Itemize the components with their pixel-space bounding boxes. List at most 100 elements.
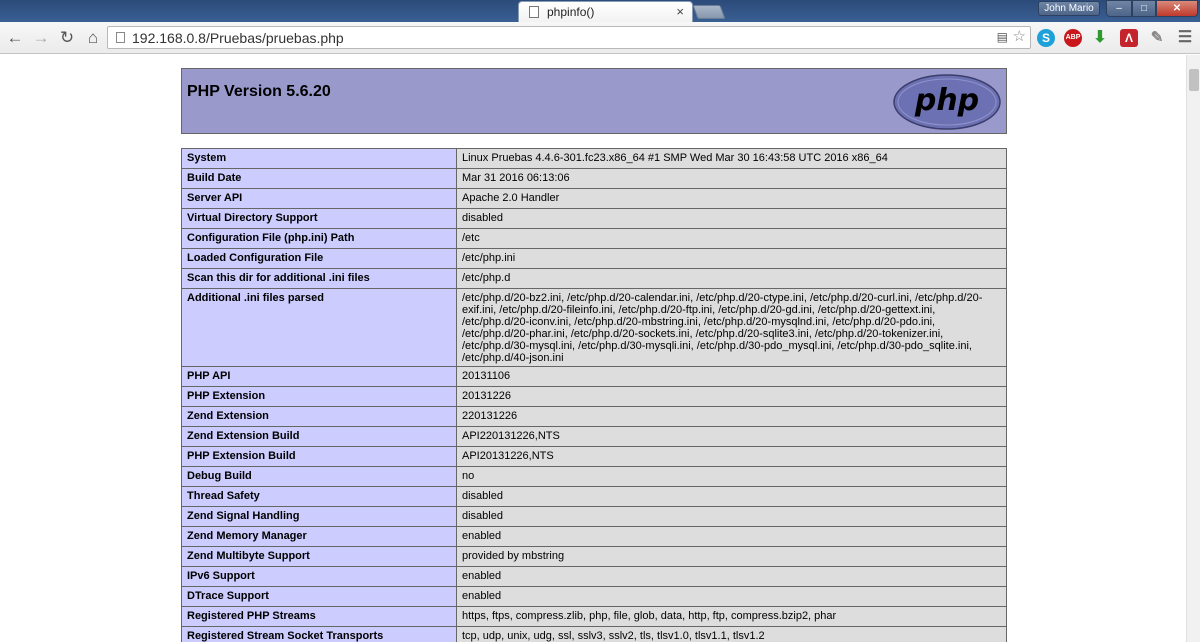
row-value: /etc/php.ini: [456, 248, 1007, 269]
row-key: Virtual Directory Support: [181, 208, 457, 229]
row-key: Registered PHP Streams: [181, 606, 457, 627]
row-value: provided by mbstring: [456, 546, 1007, 567]
table-row: Thread Safety disabled: [181, 486, 1007, 507]
row-value: 20131106: [456, 366, 1007, 387]
forward-arrow-icon[interactable]: →: [30, 27, 52, 49]
table-row: Build Date Mar 31 2016 06:13:06: [181, 168, 1007, 189]
table-row: Registered Stream Socket Transports tcp, …: [181, 626, 1007, 642]
row-key: PHP Extension Build: [181, 446, 457, 467]
row-value: enabled: [456, 566, 1007, 587]
table-row: Zend Extension Build API220131226,NTS: [181, 426, 1007, 447]
row-key: Zend Multibyte Support: [181, 546, 457, 567]
page-info-icon[interactable]: [116, 32, 125, 43]
row-key: Build Date: [181, 168, 457, 189]
home-icon[interactable]: ⌂: [82, 27, 104, 49]
vertical-scrollbar[interactable]: [1186, 55, 1200, 642]
row-value: Apache 2.0 Handler: [456, 188, 1007, 209]
row-key: Zend Extension Build: [181, 426, 457, 447]
table-row: Virtual Directory Support disabled: [181, 208, 1007, 229]
back-arrow-icon[interactable]: ←: [4, 27, 26, 49]
scrollbar-thumb[interactable]: [1189, 69, 1199, 91]
profile-button[interactable]: John Mario: [1038, 1, 1100, 16]
row-key: Additional .ini files parsed: [181, 288, 457, 367]
row-value: tcp, udp, unix, udg, ssl, sslv3, sslv2, …: [456, 626, 1007, 642]
browser-tab[interactable]: phpinfo() ×: [518, 1, 693, 22]
row-key: Loaded Configuration File: [181, 248, 457, 269]
table-row: Debug Build no: [181, 466, 1007, 487]
note-extension-icon[interactable]: ✎: [1148, 29, 1166, 47]
table-row: Configuration File (php.ini) Path/etc: [181, 228, 1007, 249]
table-row: Loaded Configuration File/etc/php.ini: [181, 248, 1007, 269]
page-title: PHP Version 5.6.20: [187, 83, 331, 100]
row-value: 20131226: [456, 386, 1007, 407]
table-row: Server API Apache 2.0 Handler: [181, 188, 1007, 209]
row-key: Debug Build: [181, 466, 457, 487]
row-value: Linux Pruebas 4.4.6-301.fc23.x86_64 #1 S…: [456, 148, 1007, 169]
row-value: API20131226,NTS: [456, 446, 1007, 467]
translate-icon[interactable]: ▤: [997, 30, 1008, 44]
tab-title: phpinfo(): [547, 5, 595, 19]
pdf-extension-icon[interactable]: Λ: [1120, 29, 1138, 47]
row-key: IPv6 Support: [181, 566, 457, 587]
table-row: PHP Extension Build API20131226,NTS: [181, 446, 1007, 467]
row-key: Thread Safety: [181, 486, 457, 507]
window-titlebar: phpinfo() × John Mario – □ ✕: [0, 0, 1200, 22]
row-key: Zend Memory Manager: [181, 526, 457, 547]
row-key: PHP API: [181, 366, 457, 387]
minimize-button[interactable]: –: [1106, 0, 1132, 17]
maximize-button[interactable]: □: [1132, 0, 1156, 17]
table-row: Zend Multibyte Support provided by mbstri…: [181, 546, 1007, 567]
row-key: DTrace Support: [181, 586, 457, 607]
row-key: Zend Signal Handling: [181, 506, 457, 527]
row-value: https, ftps, compress.zlib, php, file, g…: [456, 606, 1007, 627]
table-row: Zend Memory Manager enabled: [181, 526, 1007, 547]
bookmark-star-icon[interactable]: ☆: [1013, 27, 1026, 45]
table-row: Zend Signal Handling disabled: [181, 506, 1007, 527]
table-row: DTrace Support enabled: [181, 586, 1007, 607]
adblock-extension-icon[interactable]: ABP: [1064, 29, 1082, 47]
table-row: Scan this dir for additional .ini files /…: [181, 268, 1007, 289]
table-row: IPv6 Support enabled: [181, 566, 1007, 587]
info-table: System Linux Pruebas 4.4.6-301.fc23.x86_6…: [181, 148, 1007, 642]
new-tab-button[interactable]: [692, 5, 726, 19]
download-extension-icon[interactable]: ⬇: [1091, 29, 1109, 47]
row-value: enabled: [456, 526, 1007, 547]
php-logo-text: php: [914, 83, 979, 118]
row-key: Zend Extension: [181, 406, 457, 427]
row-key: System: [181, 148, 457, 169]
table-row: Zend Extension 220131226: [181, 406, 1007, 427]
tab-close-icon[interactable]: ×: [676, 4, 684, 19]
php-header: PHP Version 5.6.20 php: [181, 68, 1007, 134]
row-key: PHP Extension: [181, 386, 457, 407]
url-text[interactable]: 192.168.0.8/Pruebas/pruebas.php: [132, 30, 344, 46]
row-value: no: [456, 466, 1007, 487]
row-value: enabled: [456, 586, 1007, 607]
close-window-button[interactable]: ✕: [1156, 0, 1198, 17]
row-value: Mar 31 2016 06:13:06: [456, 168, 1007, 189]
skype-extension-icon[interactable]: S: [1037, 29, 1055, 47]
row-value: /etc/php.d: [456, 268, 1007, 289]
table-row: Additional .ini files parsed/etc/php.d/2…: [181, 288, 1007, 367]
browser-toolbar: ← → ↻ ⌂ 192.168.0.8/Pruebas/pruebas.php …: [0, 22, 1200, 54]
row-key: Registered Stream Socket Transports: [181, 626, 457, 642]
table-row: System Linux Pruebas 4.4.6-301.fc23.x86_6…: [181, 148, 1007, 169]
row-value: /etc/php.d/20-bz2.ini, /etc/php.d/20-cal…: [456, 288, 1007, 367]
page-icon: [529, 6, 539, 18]
php-logo: php: [893, 74, 1001, 130]
row-value: disabled: [456, 506, 1007, 527]
address-bar[interactable]: 192.168.0.8/Pruebas/pruebas.php ▤ ☆: [107, 26, 1031, 49]
table-row: PHP Extension 20131226: [181, 386, 1007, 407]
table-row: PHP API 20131106: [181, 366, 1007, 387]
row-key: Configuration File (php.ini) Path: [181, 228, 457, 249]
row-value: disabled: [456, 208, 1007, 229]
row-value: 220131226: [456, 406, 1007, 427]
row-value: API220131226,NTS: [456, 426, 1007, 447]
reload-icon[interactable]: ↻: [56, 27, 78, 49]
row-value: /etc: [456, 228, 1007, 249]
page-viewport: PHP Version 5.6.20 php System Linux Prueb…: [0, 55, 1186, 642]
row-value: disabled: [456, 486, 1007, 507]
browser-menu-icon[interactable]: ☰: [1176, 29, 1194, 47]
row-key: Scan this dir for additional .ini files: [181, 268, 457, 289]
row-key: Server API: [181, 188, 457, 209]
table-row: Registered PHP Streams https, ftps, compr…: [181, 606, 1007, 627]
